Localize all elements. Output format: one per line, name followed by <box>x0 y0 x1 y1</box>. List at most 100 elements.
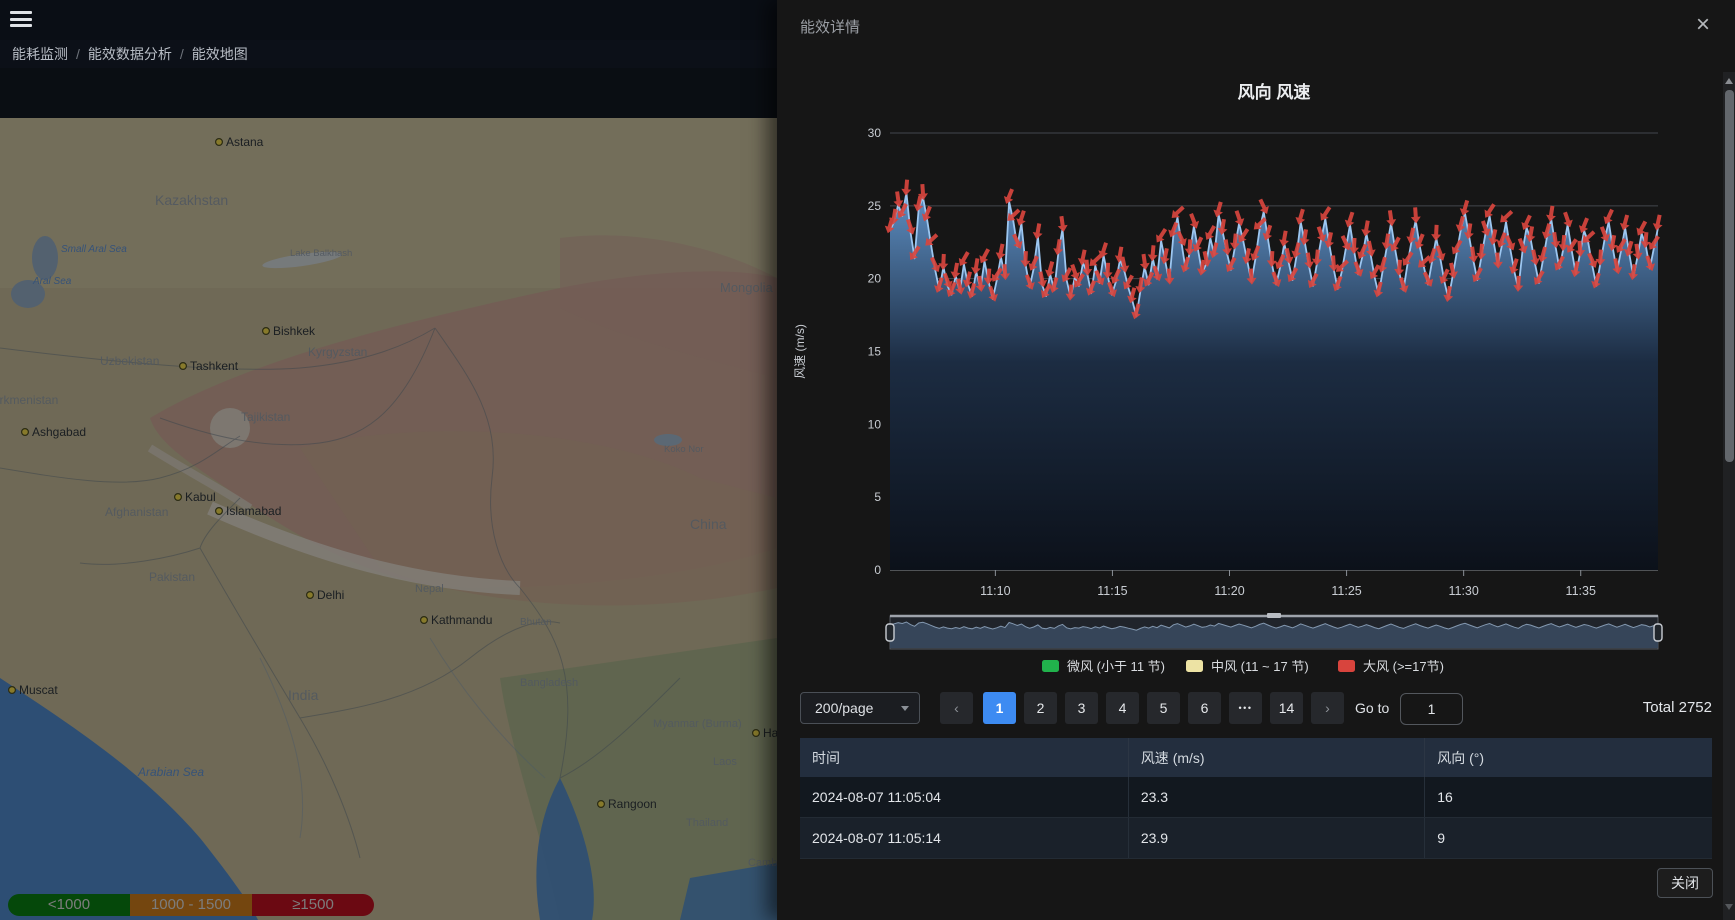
chart-legend-item[interactable]: 大风 (>=17节) <box>1338 659 1444 674</box>
map-value-legend: <10001000 - 1500≥1500 <box>8 894 374 916</box>
svg-text:Rangoon: Rangoon <box>608 797 657 811</box>
table-cell: 16 <box>1425 777 1712 818</box>
page-button-6[interactable]: 6 <box>1188 692 1221 724</box>
svg-text:中风 (11 ~ 17 节): 中风 (11 ~ 17 节) <box>1211 659 1309 674</box>
svg-text:微风 (小于 11 节): 微风 (小于 11 节) <box>1067 659 1165 674</box>
page-button-1[interactable]: 1 <box>983 692 1016 724</box>
x-tick-label: 11:10 <box>980 584 1010 598</box>
y-tick-label: 25 <box>868 199 882 213</box>
breadcrumb: 能耗监测 / 能效数据分析 / 能效地图 <box>12 40 248 68</box>
breadcrumb-separator: / <box>180 46 184 62</box>
col-speed: 风速 (m/s) <box>1128 738 1424 777</box>
svg-text:Tashkent: Tashkent <box>190 359 239 373</box>
col-time: 时间 <box>800 738 1128 777</box>
datazoom-right-handle[interactable] <box>1654 624 1662 641</box>
map-country-label: Myanmar (Burma) <box>653 718 742 730</box>
page-button-14[interactable]: 14 <box>1270 692 1303 724</box>
y-tick-label: 0 <box>874 563 881 577</box>
y-tick-label: 30 <box>868 126 882 140</box>
x-tick-label: 11:35 <box>1566 584 1596 598</box>
page-button-4[interactable]: 4 <box>1106 692 1139 724</box>
page-button-2[interactable]: 2 <box>1024 692 1057 724</box>
breadcrumb-separator: / <box>76 46 80 62</box>
svg-text:Bishkek: Bishkek <box>273 324 316 338</box>
wind-data-table: 时间 风速 (m/s) 风向 (°) 2024-08-07 11:05:0423… <box>800 738 1712 859</box>
drawer-scrollbar[interactable] <box>1723 72 1735 920</box>
svg-text:Delhi: Delhi <box>317 588 344 602</box>
map-sea-label: Small Aral Sea <box>61 244 127 255</box>
y-axis-title: 风速 (m/s) <box>793 324 807 379</box>
map-country-label: Kyrgyzstan <box>308 345 367 359</box>
map-country-label: Mongolia <box>720 280 774 295</box>
table-header-row: 时间 风速 (m/s) 风向 (°) <box>800 738 1712 777</box>
y-tick-label: 10 <box>868 417 882 431</box>
map-country-label: Lake Balkhash <box>290 248 352 259</box>
energy-map[interactable]: KazakhstanMongoliaUzbekistanKyrgyzstanTu… <box>0 118 777 920</box>
map-country-label: Laos <box>713 756 737 768</box>
map-country-label: Bhutan <box>520 617 552 628</box>
breadcrumb-item[interactable]: 能效数据分析 <box>88 46 172 62</box>
map-sea-label: Aral Sea <box>32 276 72 287</box>
close-button[interactable]: 关闭 <box>1657 868 1713 898</box>
table-cell: 2024-08-07 11:05:14 <box>800 818 1128 859</box>
svg-text:Islamabad: Islamabad <box>226 504 281 518</box>
x-tick-label: 11:25 <box>1331 584 1361 598</box>
drawer-title: 能效详情 <box>800 16 860 37</box>
svg-text:Muscat: Muscat <box>19 683 58 697</box>
svg-text:Kabul: Kabul <box>185 490 216 504</box>
map-city-marker[interactable]: Islamabad <box>216 504 282 518</box>
datazoom-left-handle[interactable] <box>886 624 894 641</box>
map-city-marker[interactable]: Kathmandu <box>421 613 493 627</box>
map-country-label: Nepal <box>415 583 444 595</box>
detail-drawer: 能效详情 × 风向 风速风速 (m/s)05101520253011:1011:… <box>777 0 1735 920</box>
chevron-down-icon <box>901 706 909 711</box>
page-size-select[interactable]: 200/page <box>800 692 920 724</box>
svg-text:Kathmandu: Kathmandu <box>431 613 492 627</box>
y-tick-label: 20 <box>868 272 882 286</box>
scrollbar-up-icon[interactable] <box>1725 78 1733 84</box>
breadcrumb-item[interactable]: 能耗监测 <box>12 46 68 62</box>
more-pages-button[interactable]: ••• <box>1229 692 1262 724</box>
wind-chart: 风向 风速风速 (m/s)05101520253011:1011:1511:20… <box>777 60 1735 685</box>
svg-text:大风 (>=17节): 大风 (>=17节) <box>1363 659 1444 674</box>
y-tick-label: 15 <box>868 345 882 359</box>
breadcrumb-item-current: 能效地图 <box>192 46 248 62</box>
svg-text:Ashgabad: Ashgabad <box>32 425 86 439</box>
map-legend-segment: ≥1500 <box>252 894 374 916</box>
scrollbar-thumb[interactable] <box>1725 90 1734 462</box>
next-page-button[interactable]: › <box>1311 692 1344 724</box>
map-country-label: India <box>288 687 319 703</box>
chart-legend-item[interactable]: 微风 (小于 11 节) <box>1042 659 1165 674</box>
close-icon[interactable]: × <box>1689 12 1717 40</box>
goto-page-input[interactable] <box>1400 693 1463 725</box>
pagination: 200/page ‹ 123456•••14› Go to Total 2752 <box>777 692 1712 724</box>
table-cell: 2024-08-07 11:05:04 <box>800 777 1128 818</box>
y-tick-label: 5 <box>874 490 881 504</box>
svg-text:Astana: Astana <box>226 135 264 149</box>
page-button-5[interactable]: 5 <box>1147 692 1180 724</box>
map-country-label: China <box>690 516 727 532</box>
x-tick-label: 11:30 <box>1448 584 1478 598</box>
page-button-3[interactable]: 3 <box>1065 692 1098 724</box>
chart-title: 风向 风速 <box>1238 82 1311 102</box>
map-country-label: Bangladesh <box>520 677 578 689</box>
map-country-label: Cambodia <box>748 857 777 869</box>
x-tick-label: 11:15 <box>1097 584 1127 598</box>
col-direction: 风向 (°) <box>1425 738 1712 777</box>
table-row[interactable]: 2024-08-07 11:05:0423.316 <box>800 777 1712 818</box>
prev-page-button[interactable]: ‹ <box>940 692 973 724</box>
goto-label: Go to <box>1355 692 1389 724</box>
total-count: Total 2752 <box>1477 692 1712 724</box>
scrollbar-down-icon[interactable] <box>1725 904 1733 910</box>
map-country-label: Uzbekistan <box>100 354 159 368</box>
map-city-marker[interactable]: Ashgabad <box>22 425 86 439</box>
table-cell: 23.3 <box>1128 777 1424 818</box>
map-country-label: Thailand <box>686 817 728 829</box>
map-terrain: KazakhstanMongoliaUzbekistanKyrgyzstanTu… <box>0 118 777 920</box>
table-row[interactable]: 2024-08-07 11:05:1423.99 <box>800 818 1712 859</box>
chart-legend-item[interactable]: 中风 (11 ~ 17 节) <box>1186 659 1309 674</box>
datazoom-slider[interactable] <box>886 613 1662 649</box>
map-country-label: Tajikistan <box>241 410 290 424</box>
hamburger-menu-icon[interactable] <box>10 11 32 29</box>
datazoom-middle-grip[interactable] <box>1267 613 1281 618</box>
